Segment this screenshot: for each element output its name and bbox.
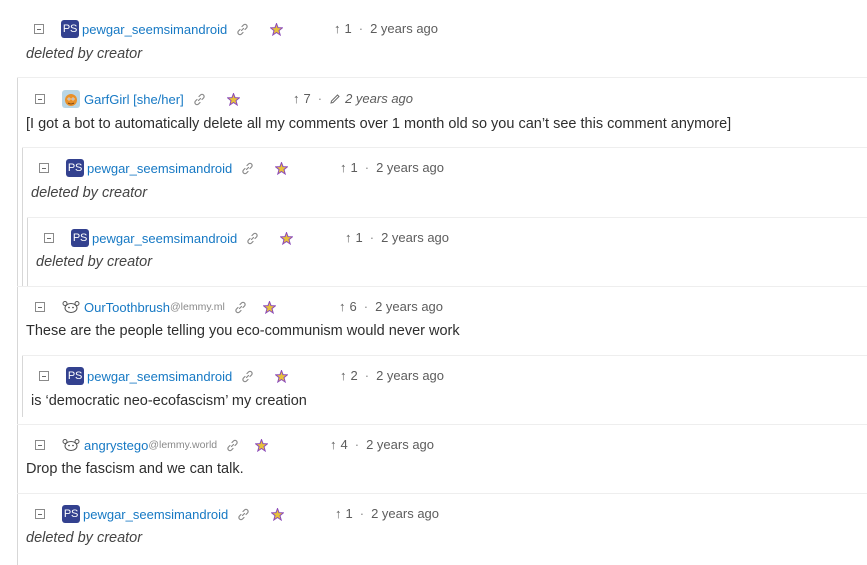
timestamp: 2 years ago [376,368,445,383]
separator [17,424,867,425]
comment-body: deleted by creator [31,185,148,201]
username-link[interactable]: pewgar_seemsimandroid [87,369,232,384]
username-link[interactable]: GarfGirl [she/her] [84,92,184,107]
score: 6 [349,299,357,314]
rainbow-star-icon [275,369,289,383]
dot-separator: · [359,506,365,521]
rainbow-star-icon [280,231,294,245]
link-icon[interactable] [193,93,206,106]
rainbow-star-icon [270,22,284,36]
mascot-icon [62,436,80,454]
avatar: PS [62,505,80,523]
dot-separator: · [364,368,370,383]
timestamp: 2 years ago [376,160,445,175]
comment-body: [I got a bot to automatically delete all… [26,116,732,132]
arrow-up-icon[interactable]: ↑ [340,160,347,175]
instance-label: @lemmy.world [148,439,218,451]
instance-label: @lemmy.ml [170,301,225,313]
collapse-button[interactable] [39,163,49,173]
link-icon[interactable] [236,23,249,36]
avatar: PS [66,159,84,177]
collapse-button[interactable] [35,440,45,450]
thread-line [27,218,28,286]
comment-body: deleted by creator [26,46,143,62]
link-icon[interactable] [241,162,254,175]
separator [27,217,867,218]
link-icon[interactable] [241,370,254,383]
score: 4 [340,437,348,452]
score: 2 [350,368,358,383]
thread-line [17,78,18,565]
timestamp: 2 years ago [366,437,435,452]
timestamp: 2 years ago [381,230,450,245]
username-link[interactable]: pewgar_seemsimandroid [82,22,227,37]
comment-body: deleted by creator [26,530,143,546]
score: 1 [345,506,353,521]
avatar: PS [61,20,79,38]
score: 1 [344,21,352,36]
arrow-up-icon[interactable]: ↑ [340,368,347,383]
collapse-button[interactable] [39,371,49,381]
timestamp: 2 years ago [371,506,440,521]
collapse-button[interactable] [35,509,45,519]
comment-body: Drop the fascism and we can talk. [26,461,244,477]
score: 7 [303,91,311,106]
dot-separator: · [363,299,369,314]
link-icon[interactable] [246,232,259,245]
separator [17,77,867,78]
rainbow-star-icon [275,161,289,175]
separator [22,355,867,356]
dot-separator: · [364,160,370,175]
comment-body: These are the people telling you eco-com… [26,323,460,339]
rainbow-star-icon [226,92,240,106]
arrow-up-icon[interactable]: ↑ [339,299,346,314]
avatar [62,90,80,108]
score: 1 [355,230,363,245]
username-link[interactable]: pewgar_seemsimandroid [92,231,237,246]
comment-body: is ‘democratic neo-ecofascism’ my creati… [31,393,307,409]
mascot-icon [62,298,80,316]
username-link[interactable]: pewgar_seemsimandroid [87,161,232,176]
timestamp: 2 years ago [345,91,414,106]
thread-line [22,148,23,286]
username-link[interactable]: angrystego [84,438,148,453]
timestamp: 2 years ago [370,21,439,36]
avatar: PS [71,229,89,247]
dot-separator: · [358,21,364,36]
comment-body: deleted by creator [36,254,153,270]
rainbow-star-icon [262,300,276,314]
rainbow-star-icon [255,438,269,452]
arrow-up-icon[interactable]: ↑ [293,91,300,106]
username-link[interactable]: OurToothbrush [84,300,170,315]
link-icon[interactable] [226,439,239,452]
dot-separator: · [354,437,360,452]
pencil-icon [329,93,341,105]
separator [17,493,867,494]
avatar: PS [66,367,84,385]
dot-separator: · [369,230,375,245]
username-link[interactable]: pewgar_seemsimandroid [83,507,228,522]
collapse-button[interactable] [35,302,45,312]
arrow-up-icon[interactable]: ↑ [334,21,341,36]
link-icon[interactable] [234,301,247,314]
separator [22,147,867,148]
arrow-up-icon[interactable]: ↑ [345,230,352,245]
collapse-button[interactable] [44,233,54,243]
link-icon[interactable] [237,508,250,521]
separator [17,286,867,287]
thread-line [22,355,23,417]
collapse-button[interactable] [34,24,44,34]
score: 1 [350,160,358,175]
arrow-up-icon[interactable]: ↑ [330,437,337,452]
dot-separator: · [317,91,323,106]
arrow-up-icon[interactable]: ↑ [335,506,342,521]
rainbow-star-icon [271,507,285,521]
timestamp: 2 years ago [375,299,444,314]
collapse-button[interactable] [35,94,45,104]
